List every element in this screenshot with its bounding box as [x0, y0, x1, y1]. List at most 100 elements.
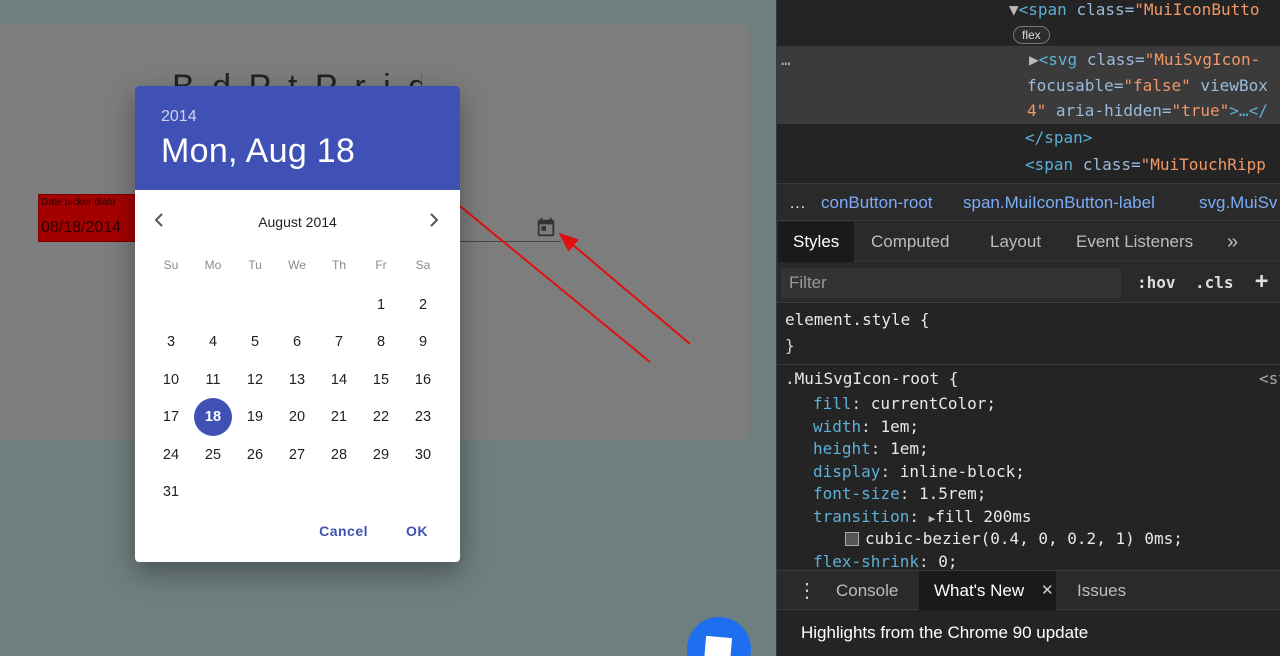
- css-declaration[interactable]: fill: currentColor;: [813, 394, 996, 413]
- day-blank: [234, 286, 276, 324]
- tab-layout[interactable]: Layout: [990, 222, 1041, 262]
- breadcrumb-item[interactable]: conButton-root: [821, 193, 933, 213]
- filter-input[interactable]: [781, 268, 1121, 298]
- hov-toggle[interactable]: :hov: [1137, 273, 1176, 292]
- day-button[interactable]: 25: [192, 436, 234, 474]
- day-button[interactable]: 26: [234, 436, 276, 474]
- floating-action-button[interactable]: [687, 617, 751, 656]
- day-button[interactable]: 9: [402, 324, 444, 362]
- day-button[interactable]: 17: [150, 399, 192, 437]
- day-blank: [192, 286, 234, 324]
- css-declaration[interactable]: transition: ▶fill 200ms: [813, 507, 1032, 526]
- calendar-icon[interactable]: [534, 216, 558, 240]
- tab-console[interactable]: Console: [836, 571, 898, 611]
- flex-badge[interactable]: flex: [1013, 26, 1050, 44]
- day-label: 6: [292, 334, 302, 351]
- day-button[interactable]: 3: [150, 324, 192, 362]
- day-button[interactable]: 19: [234, 399, 276, 437]
- day-button[interactable]: 23: [402, 399, 444, 437]
- more-tabs-icon[interactable]: »: [1227, 222, 1238, 262]
- day-button[interactable]: 21: [318, 399, 360, 437]
- day-button[interactable]: 15: [360, 361, 402, 399]
- day-button[interactable]: 22: [360, 399, 402, 437]
- datepicker-field[interactable]: Date picker dialo 08/18/2014: [38, 194, 140, 242]
- tab-computed[interactable]: Computed: [871, 222, 949, 262]
- day-button[interactable]: 8: [360, 324, 402, 362]
- day-button[interactable]: 13: [276, 361, 318, 399]
- bezier-editor-icon[interactable]: [845, 532, 859, 546]
- weekday-label: Sa: [415, 258, 431, 272]
- tree-line[interactable]: </span>: [1025, 128, 1092, 147]
- dialog-selected-date[interactable]: Mon, Aug 18: [161, 132, 434, 171]
- tree-line[interactable]: <span class="MuiTouchRipp: [1025, 155, 1266, 174]
- breadcrumb-more[interactable]: …: [789, 193, 806, 213]
- day-button[interactable]: 12: [234, 361, 276, 399]
- day-button[interactable]: 30: [402, 436, 444, 474]
- day-label: 22: [372, 409, 390, 426]
- weekday-label: Tu: [248, 258, 262, 272]
- tab-issues[interactable]: Issues: [1077, 571, 1126, 611]
- day-label: 11: [205, 371, 221, 388]
- day-button[interactable]: 20: [276, 399, 318, 437]
- drawer-menu-icon[interactable]: ⋮: [797, 571, 817, 611]
- day-label: 13: [288, 371, 306, 388]
- day-button[interactable]: 6: [276, 324, 318, 362]
- tree-line[interactable]: ▶<svg class="MuiSvgIcon-: [1029, 50, 1260, 69]
- rule-source-link[interactable]: <st: [1259, 369, 1280, 388]
- day-button[interactable]: 2: [402, 286, 444, 324]
- css-value: 0;: [938, 551, 958, 571]
- css-property: font-size: [813, 484, 900, 503]
- day-button[interactable]: 16: [402, 361, 444, 399]
- day-label: 18: [194, 398, 232, 437]
- day-label: 19: [246, 409, 264, 426]
- rule-selector[interactable]: .MuiSvgIcon-root {: [785, 369, 958, 388]
- breadcrumb-item[interactable]: span.MuiIconButton-label: [963, 193, 1155, 213]
- breadcrumb-item[interactable]: svg.MuiSv: [1199, 193, 1277, 213]
- day-button[interactable]: 10: [150, 361, 192, 399]
- css-declaration[interactable]: height: 1em;: [813, 439, 929, 458]
- day-label: 15: [372, 371, 390, 388]
- row-menu[interactable]: …: [781, 50, 791, 69]
- css-declaration[interactable]: cubic-bezier(0.4, 0, 0.2, 1) 0ms;: [845, 529, 1183, 548]
- css-declaration[interactable]: font-size: 1.5rem;: [813, 484, 986, 503]
- drawer-tabs: ⋮ Console What's New ✕ Issues: [777, 570, 1280, 611]
- tab-event-listeners[interactable]: Event Listeners: [1076, 222, 1193, 262]
- close-icon[interactable]: ✕: [1041, 571, 1054, 611]
- tree-line: 4" aria-hidden="true">…</: [1027, 101, 1268, 120]
- css-declaration[interactable]: display: inline-block;: [813, 462, 1025, 481]
- css-declaration[interactable]: flex-shrink: 0;: [813, 552, 958, 571]
- css-declaration[interactable]: width: 1em;: [813, 417, 919, 436]
- day-button[interactable]: 29: [360, 436, 402, 474]
- element-style-selector[interactable]: element.style {: [785, 310, 930, 329]
- day-button[interactable]: 27: [276, 436, 318, 474]
- day-selected[interactable]: 18: [192, 398, 234, 437]
- weekday-label: We: [288, 258, 306, 272]
- day-button[interactable]: 28: [318, 436, 360, 474]
- cls-toggle[interactable]: .cls: [1195, 273, 1234, 292]
- whats-new-highlight[interactable]: Highlights from the Chrome 90 update: [801, 623, 1088, 643]
- devtools-panel: ▼<span class="MuiIconButto flex … ▶<svg …: [776, 0, 1280, 656]
- dialog-year[interactable]: 2014: [161, 108, 434, 126]
- day-button[interactable]: 24: [150, 436, 192, 474]
- day-button[interactable]: 4: [192, 324, 234, 362]
- tab-styles[interactable]: Styles: [778, 222, 855, 262]
- day-button[interactable]: 5: [234, 324, 276, 362]
- tree-line[interactable]: ▼<span class="MuiIconButto: [1009, 0, 1259, 19]
- add-rule-icon[interactable]: +: [1255, 269, 1268, 294]
- datepicker-label: Date picker dialo: [41, 197, 116, 208]
- day-button[interactable]: 31: [150, 474, 192, 512]
- day-label: 21: [330, 409, 348, 426]
- css-value: inline-block;: [899, 461, 1025, 481]
- day-button[interactable]: 11: [192, 361, 234, 399]
- day-button[interactable]: 1: [360, 286, 402, 324]
- ok-button[interactable]: OK: [396, 514, 438, 548]
- chevron-right-icon[interactable]: [426, 210, 442, 230]
- tab-whats-new[interactable]: What's New: [919, 571, 1057, 611]
- css-value: fill 200ms: [935, 506, 1032, 526]
- day-blank: [318, 286, 360, 324]
- day-button[interactable]: 7: [318, 324, 360, 362]
- day-button[interactable]: 14: [318, 361, 360, 399]
- cancel-button[interactable]: Cancel: [309, 514, 378, 548]
- day-label: 9: [418, 334, 428, 351]
- app-viewport: B d P t P r i d e Date picker dialo 08/1…: [0, 0, 776, 656]
